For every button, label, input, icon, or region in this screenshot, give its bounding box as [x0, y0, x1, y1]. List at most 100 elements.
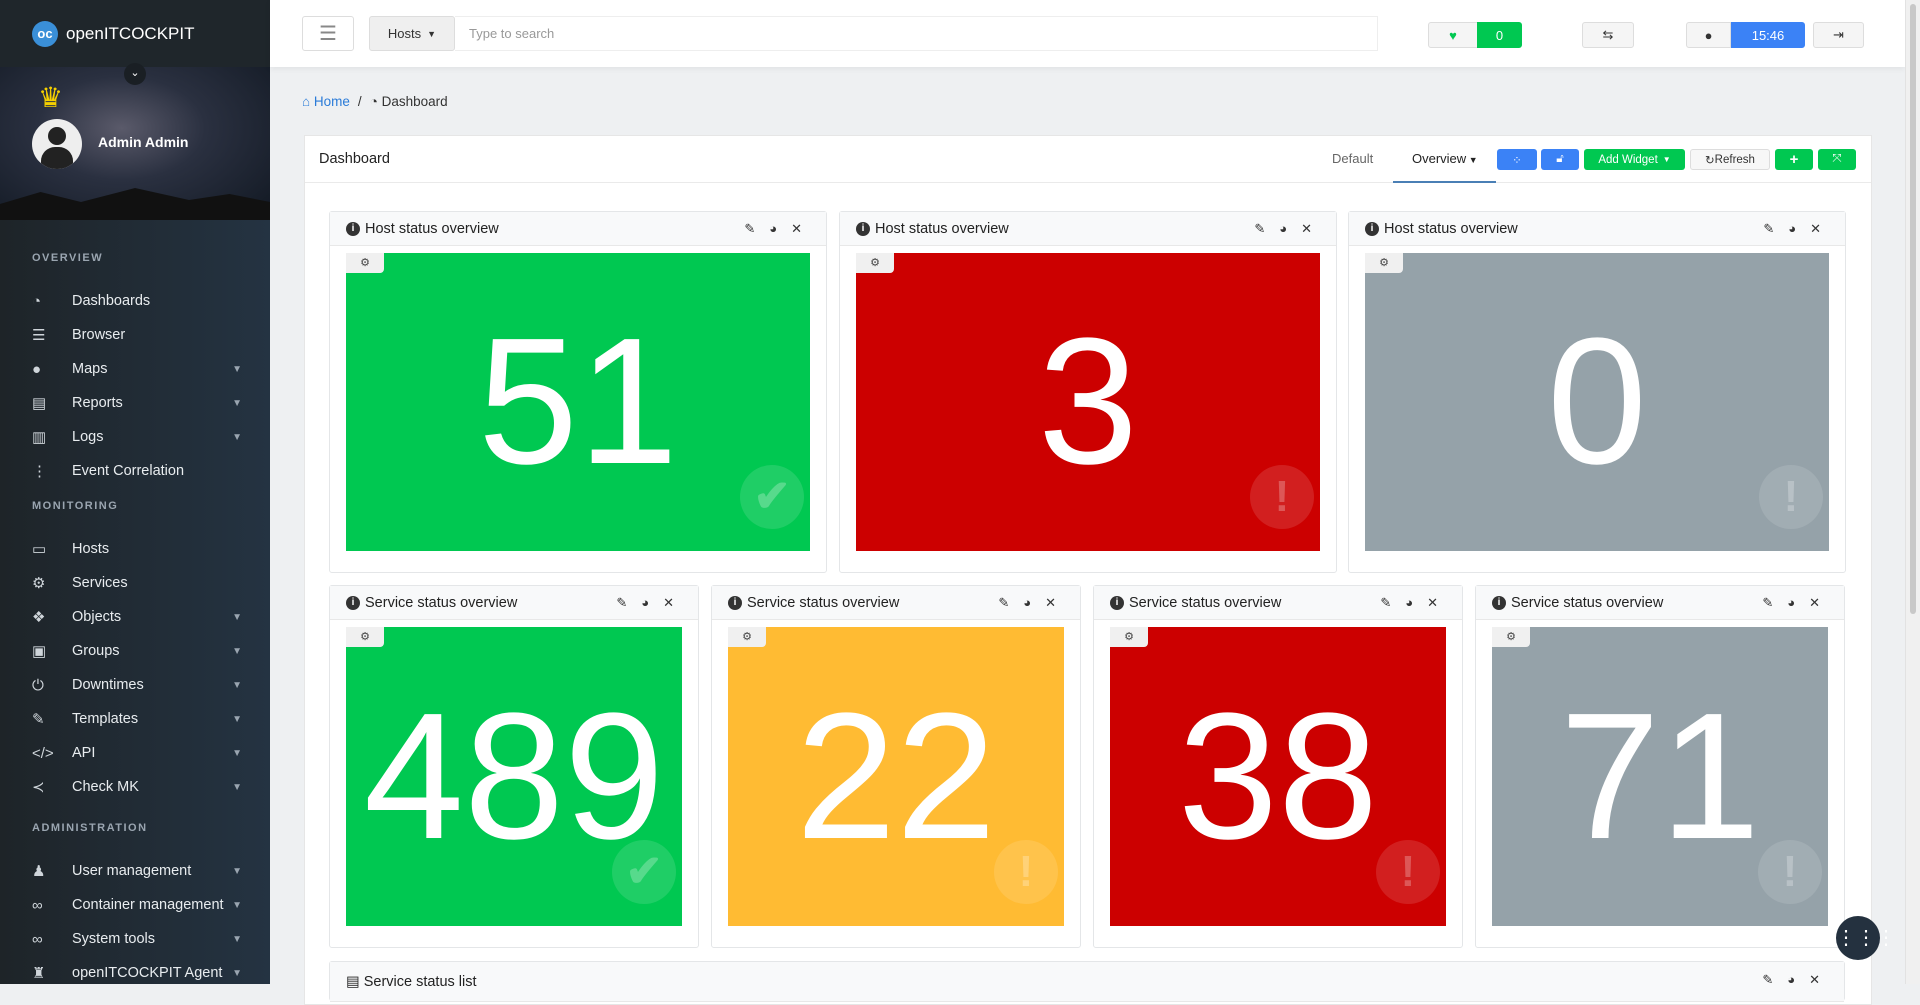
status-count: 71 — [1559, 675, 1761, 877]
chevron-down-icon: ▼ — [232, 611, 242, 623]
top-bar: ☰ Hosts ▼ ♥ 0 ⇆ ● 15:46 ⇥ — [270, 0, 1905, 67]
palette-icon[interactable]: ◕ — [1788, 221, 1796, 237]
close-icon[interactable]: ✕ — [663, 595, 674, 611]
chevron-down-icon[interactable]: ⌄ — [124, 63, 146, 85]
tab-default[interactable]: Default — [1332, 151, 1373, 166]
pencil-icon[interactable]: ✎ — [998, 595, 1009, 611]
sidebar-item-services[interactable]: ⚙ Services — [32, 568, 242, 598]
gear-icon[interactable]: ⚙ — [1492, 627, 1530, 647]
chevron-down-icon: ▼ — [232, 747, 242, 759]
breadcrumb-current-label: Dashboard — [381, 94, 448, 109]
status-count-box[interactable]: ⚙ 51 ✔ — [346, 253, 810, 551]
sidebar-item-logs[interactable]: ▥ Logs ▼ — [32, 422, 242, 452]
status-count-box[interactable]: ⚙ 0 ! — [1365, 253, 1829, 551]
pencil-icon[interactable]: ✎ — [1763, 221, 1774, 237]
sidebar-item-reports[interactable]: ▤ Reports ▼ — [32, 388, 242, 418]
apps-grid-button[interactable]: ⋮⋮⋮ — [1836, 916, 1896, 960]
heartbeat-icon[interactable]: ♥ — [1428, 22, 1478, 48]
fullscreen-button[interactable]: ⤧ — [1818, 149, 1856, 170]
pencil-icon[interactable]: ✎ — [1762, 595, 1773, 611]
pencil-icon[interactable]: ✎ — [616, 595, 627, 611]
widget-title: Service status list — [363, 973, 477, 990]
tab-overview[interactable]: Overview ▼ — [1412, 151, 1478, 166]
widget-header: i Service status overview ✎ ◕ ✕ — [1094, 586, 1462, 620]
close-icon[interactable]: ✕ — [1809, 972, 1820, 988]
sidebar-item-maps[interactable]: ● Maps ▼ — [32, 354, 242, 384]
app-logo[interactable]: oc openITCOCKPIT — [0, 0, 270, 67]
gear-icon[interactable]: ⚙ — [346, 253, 384, 273]
sidebar-item-hosts[interactable]: ▭ Hosts — [32, 534, 242, 564]
close-icon[interactable]: ✕ — [1809, 595, 1820, 611]
gear-icon[interactable]: ⚙ — [728, 627, 766, 647]
pencil-icon[interactable]: ✎ — [1762, 972, 1773, 988]
sidebar-item-api[interactable]: </> API ▼ — [32, 738, 242, 768]
sidebar-item-check-mk[interactable]: ≺ Check MK ▼ — [32, 772, 242, 802]
gear-icon[interactable]: ⚙ — [1110, 627, 1148, 647]
chevron-down-icon: ▼ — [232, 899, 242, 911]
status-count-box[interactable]: ⚙ 71 ! — [1492, 627, 1828, 926]
pencil-icon[interactable]: ✎ — [744, 221, 755, 237]
sidebar-item-downtimes[interactable]: ⏻ Downtimes ▼ — [32, 670, 242, 700]
sidebar-item-container-management[interactable]: ∞ Container management ▼ — [32, 890, 242, 920]
sidebar-item-browser[interactable]: ☰ Browser — [32, 320, 242, 350]
palette-icon[interactable]: ◕ — [641, 595, 649, 611]
close-icon[interactable]: ✕ — [1045, 595, 1056, 611]
sidebar-item-user-management[interactable]: ♟ User management ▼ — [32, 856, 242, 886]
sidebar-item-label: Services — [72, 575, 128, 591]
retweet-icon[interactable]: ⇆ — [1582, 22, 1634, 48]
code-icon: </> — [32, 744, 54, 762]
sidebar-item-event-correlation[interactable]: ⋮ Event Correlation — [32, 456, 242, 486]
refresh-button[interactable]: ↻ Refresh — [1690, 149, 1770, 170]
sidebar-item-groups[interactable]: ▣ Groups ▼ — [32, 636, 242, 666]
refresh-icon: ↻ — [1705, 154, 1715, 167]
add-widget-button[interactable]: Add Widget ▼ — [1584, 149, 1685, 170]
dashboard-icon: ◔ — [32, 292, 42, 310]
sidebar-item-objects[interactable]: ❖ Objects ▼ — [32, 602, 242, 632]
heartbeat-count[interactable]: 0 — [1477, 22, 1522, 48]
palette-icon[interactable]: ◕ — [1405, 595, 1413, 611]
user-name[interactable]: Admin Admin — [98, 134, 188, 150]
avatar[interactable] — [32, 119, 82, 169]
status-widget: i Host status overview ✎ ◕ ✕ ⚙ 0 ! — [1348, 211, 1846, 573]
status-count-box[interactable]: ⚙ 22 ! — [728, 627, 1064, 926]
breadcrumb-home[interactable]: ⌂ Home — [302, 94, 350, 109]
close-icon[interactable]: ✕ — [791, 221, 802, 237]
pencil-icon[interactable]: ✎ — [1380, 595, 1391, 611]
pencil-icon[interactable]: ✎ — [1254, 221, 1265, 237]
palette-icon[interactable]: ◕ — [1787, 595, 1795, 611]
status-count: 38 — [1177, 675, 1379, 877]
sidebar-section-title: MONITORING — [32, 500, 119, 512]
close-icon[interactable]: ✕ — [1427, 595, 1438, 611]
close-icon[interactable]: ✕ — [1810, 221, 1821, 237]
mountain-background — [0, 188, 270, 220]
chevron-down-icon: ▼ — [1662, 155, 1671, 164]
scrollbar[interactable] — [1905, 0, 1920, 984]
gear-icon[interactable]: ⚙ — [856, 253, 894, 273]
sidebar-item-dashboards[interactable]: ◔ Dashboards — [32, 286, 242, 316]
sidebar-item-system-tools[interactable]: ∞ System tools ▼ — [32, 924, 242, 954]
sidebar-item-label: Reports — [72, 395, 123, 411]
app-name: openITCOCKPIT — [66, 23, 195, 43]
palette-icon[interactable]: ◕ — [1279, 221, 1287, 237]
gear-icon[interactable]: ⚙ — [346, 627, 384, 647]
gear-icon[interactable]: ⚙ — [1365, 253, 1403, 273]
status-count-box[interactable]: ⚙ 38 ! — [1110, 627, 1446, 926]
close-icon[interactable]: ✕ — [1301, 221, 1312, 237]
logout-icon[interactable]: ⇥ — [1813, 22, 1864, 48]
scrollbar-thumb[interactable] — [1910, 4, 1916, 614]
lock-button[interactable]: 🔓︎ — [1541, 149, 1579, 170]
chevron-down-icon: ▼ — [232, 713, 242, 725]
spinner-button[interactable]: ⁘ — [1497, 149, 1537, 170]
palette-icon[interactable]: ◕ — [1023, 595, 1031, 611]
sidebar-item-templates[interactable]: ✎ Templates ▼ — [32, 704, 242, 734]
add-tab-button[interactable]: + — [1775, 149, 1813, 170]
palette-icon[interactable]: ◕ — [769, 221, 777, 237]
palette-icon[interactable]: ◕ — [1787, 972, 1795, 988]
search-scope-dropdown[interactable]: Hosts ▼ — [369, 16, 455, 51]
widget-title: Service status overview — [1129, 594, 1282, 611]
menu-toggle-button[interactable]: ☰ — [302, 16, 354, 51]
widget-title: Service status overview — [1511, 594, 1664, 611]
status-count-box[interactable]: ⚙ 3 ! — [856, 253, 1320, 551]
search-input[interactable] — [455, 16, 1378, 51]
status-count-box[interactable]: ⚙ 489 ✔ — [346, 627, 682, 926]
